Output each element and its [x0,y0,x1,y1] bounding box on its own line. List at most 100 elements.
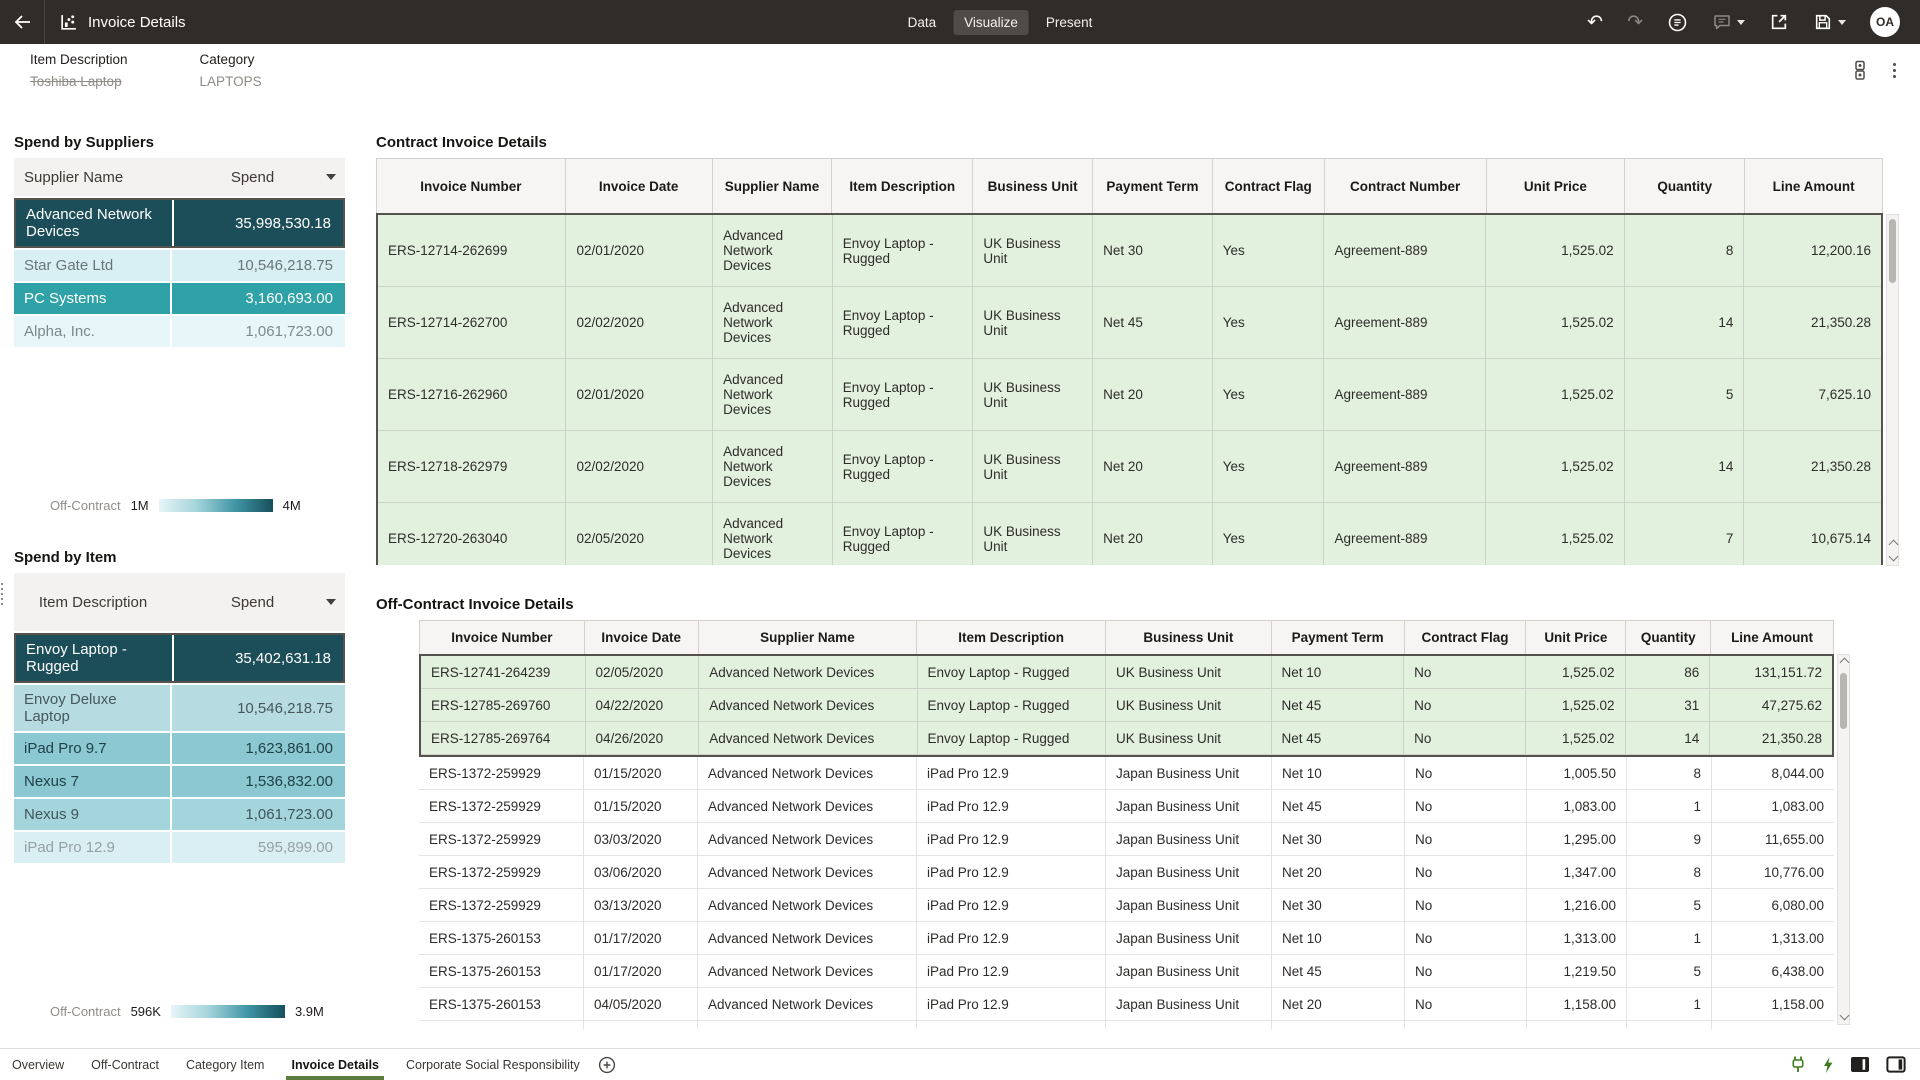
canvas-tab-off-contract[interactable]: Off-Contract [91,1049,159,1080]
canvas-tab-corporate-social-responsibility[interactable]: Corporate Social Responsibility [406,1049,580,1080]
table-row[interactable]: ERS-12714-26270002/02/2020Advanced Netwo… [378,287,1881,359]
canvas-tab-category-item[interactable]: Category Item [186,1049,265,1080]
column-header[interactable]: Item Description [14,573,172,631]
live-data-button[interactable] [1790,1055,1806,1074]
column-header[interactable]: Spend [172,158,345,196]
save-button[interactable] [1813,12,1846,32]
table-cell[interactable]: 10,546,218.75 [172,250,345,281]
column-header[interactable]: Quantity [1626,621,1711,654]
table-row[interactable]: Nexus 91,061,723.00 [14,799,345,830]
user-avatar[interactable]: OA [1870,7,1900,37]
filter-chip[interactable]: CategoryLAPTOPS [200,52,262,89]
table-row[interactable]: ERS-12714-26269902/01/2020Advanced Netwo… [378,215,1881,287]
column-header[interactable]: Unit Price [1487,159,1626,213]
table-row[interactable]: ERS-1372-25992903/06/2020Advanced Networ… [419,856,1834,889]
column-header[interactable]: Invoice Number [377,159,566,213]
column-header[interactable]: Invoice Number [420,621,585,654]
auto-apply-button[interactable] [1822,1056,1834,1074]
column-header[interactable]: Supplier Name [14,158,172,196]
layout-outline-toggle-button[interactable] [1886,1056,1906,1073]
contract-table-scrollbar[interactable] [1886,214,1899,566]
table-row[interactable]: ERS-12718-26297902/02/2020Advanced Netwo… [378,431,1881,503]
topbar-tab-data[interactable]: Data [897,10,948,35]
table-cell[interactable]: 1,536,832.00 [172,766,345,797]
undo-button[interactable]: ↶ [1587,13,1603,32]
table-cell[interactable]: Nexus 9 [14,799,172,830]
scroll-up-icon[interactable] [1889,540,1899,550]
column-header[interactable]: Payment Term [1272,621,1405,654]
table-cell[interactable]: iPad Pro 12.9 [14,832,172,863]
topbar-tab-present[interactable]: Present [1035,10,1104,35]
table-cell[interactable]: 10,546,218.75 [172,685,345,731]
table-cell[interactable]: 35,402,631.18 [174,635,343,681]
table-row[interactable]: ERS-12716-26296002/01/2020Advanced Netwo… [378,359,1881,431]
table-cell[interactable]: Advanced Network Devices [16,200,174,246]
scroll-up-icon[interactable] [1840,658,1850,668]
column-header[interactable]: Invoice Date [566,159,713,213]
column-header[interactable]: Item Description [917,621,1106,654]
column-header[interactable]: Business Unit [1106,621,1272,654]
add-canvas-button[interactable] [598,1056,616,1074]
canvas-tab-overview[interactable]: Overview [12,1049,64,1080]
comments-button[interactable] [1712,13,1745,31]
column-header[interactable]: Contract Flag [1213,159,1325,213]
filter-chip[interactable]: Item DescriptionToshiba Laptop [30,52,128,89]
table-cell[interactable]: PC Systems [14,283,172,314]
table-cell[interactable]: 1,061,723.00 [172,799,345,830]
table-row[interactable]: PC Systems3,160,693.00 [14,283,345,314]
table-row[interactable]: ERS-1375-26015301/17/2020Advanced Networ… [419,922,1834,955]
column-header[interactable]: Contract Number [1325,159,1487,213]
canvas-tab-invoice-details[interactable]: Invoice Details [291,1049,379,1080]
filter-bar-menu-button[interactable] [1853,60,1867,81]
scroll-down-icon[interactable] [1840,1011,1850,1021]
table-row[interactable]: ERS-1375-26015301/17/2020Advanced Networ… [419,955,1834,988]
column-header[interactable]: Supplier Name [699,621,918,654]
layout-panel-toggle-button[interactable] [1850,1056,1870,1073]
column-header[interactable]: Payment Term [1093,159,1213,213]
table-cell[interactable]: Nexus 7 [14,766,172,797]
table-row[interactable]: Envoy Laptop - Rugged35,402,631.18 [14,633,345,683]
table-row[interactable]: iPad Pro 9.71,623,861.00 [14,733,345,764]
table-row[interactable]: Alpha, Inc.1,061,723.00 [14,316,345,347]
topbar-tab-visualize[interactable]: Visualize [953,10,1029,35]
table-row[interactable]: Nexus 71,536,832.00 [14,766,345,797]
scrollbar-thumb[interactable] [1840,673,1847,729]
insights-button[interactable] [1667,12,1688,33]
table-row[interactable]: ERS-1372-25992903/03/2020Advanced Networ… [419,823,1834,856]
table-row[interactable]: Envoy Deluxe Laptop10,546,218.75 [14,685,345,731]
table-row[interactable]: Advanced Network Devices35,998,530.18 [14,198,345,248]
offcontract-table-scrollbar[interactable] [1837,654,1850,1025]
table-row[interactable]: ERS-1372-25992903/13/2020Advanced Networ… [419,889,1834,922]
scrollbar-thumb[interactable] [1889,219,1896,283]
table-row[interactable]: Star Gate Ltd10,546,218.75 [14,250,345,281]
table-row[interactable]: ERS-12785-26976004/22/2020Advanced Netwo… [421,689,1832,722]
table-cell[interactable]: iPad Pro 9.7 [14,733,172,764]
table-cell[interactable]: 1,061,723.00 [172,316,345,347]
column-header[interactable]: Invoice Date [585,621,699,654]
table-cell[interactable]: 35,998,530.18 [174,200,343,246]
table-row[interactable]: iPad Pro 12.9595,899.00 [14,832,345,863]
table-row[interactable]: ERS-1372-25992901/15/2020Advanced Networ… [419,757,1834,790]
table-cell[interactable]: Star Gate Ltd [14,250,172,281]
scroll-down-icon[interactable] [1889,552,1899,562]
column-header[interactable]: Unit Price [1526,621,1626,654]
table-row[interactable]: ERS-1375-26015304/05/2020Advanced Networ… [419,988,1834,1021]
redo-button[interactable]: ↷ [1627,13,1643,32]
table-row[interactable]: ERS-12741-26423902/05/2020Advanced Netwo… [421,656,1832,689]
column-header[interactable]: Item Description [832,159,973,213]
panel-resize-handle[interactable] [1,583,3,605]
table-row[interactable]: ERS-1372-25992901/15/2020Advanced Networ… [419,790,1834,823]
table-row[interactable]: ERS-12720-26304002/05/2020Advanced Netwo… [378,503,1881,565]
table-cell[interactable]: Alpha, Inc. [14,316,172,347]
column-header[interactable]: Line Amount [1745,159,1882,213]
column-header[interactable]: Quantity [1625,159,1745,213]
column-header[interactable]: Spend [172,573,345,631]
more-options-button[interactable] [1891,61,1898,80]
table-cell[interactable]: Envoy Deluxe Laptop [14,685,172,731]
table-cell[interactable]: 595,899.00 [172,832,345,863]
column-header[interactable]: Supplier Name [713,159,833,213]
table-cell[interactable]: 1,623,861.00 [172,733,345,764]
table-row[interactable]: ERS-12785-26976404/26/2020Advanced Netwo… [421,722,1832,755]
back-button[interactable] [0,0,44,44]
table-cell[interactable]: Envoy Laptop - Rugged [16,635,174,681]
